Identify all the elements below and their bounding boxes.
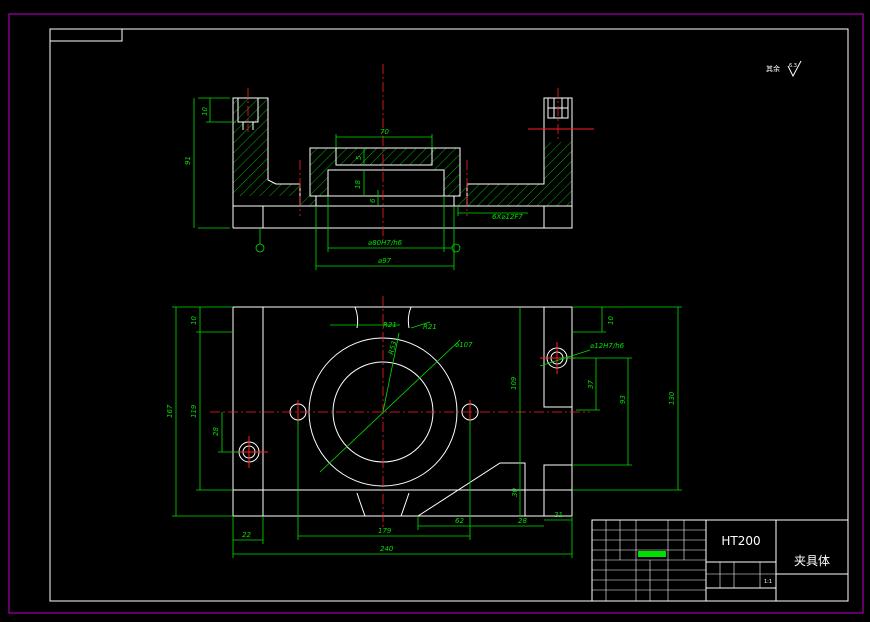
dim-width-179: 179 (378, 527, 392, 535)
dim-pin-fit: ⌀12H7/h6 (590, 342, 625, 350)
dim-fit-bore: ⌀80H7/h6 (368, 239, 403, 247)
dim-right-10: 10 (607, 316, 615, 325)
corner-label-box (49, 28, 123, 42)
dim-bottom-30: 30 (511, 488, 519, 497)
dim-left-10: 10 (190, 316, 198, 325)
dim-bore-width: 70 (380, 128, 389, 136)
dim-step-2: 18 (354, 180, 362, 189)
dim-outer-diameter: ⌀97 (378, 257, 392, 265)
dim-radius-53: R53 (387, 340, 398, 355)
dim-width-28: 28 (518, 517, 527, 525)
dim-step-3: 6 (369, 198, 377, 203)
scale-label: 1:1 (764, 579, 772, 585)
dim-left-28: 28 (212, 427, 220, 436)
dim-bolt-holes: 6X⌀12F7 (492, 213, 523, 221)
dim-right-93: 93 (619, 395, 627, 404)
inner-frame (49, 28, 849, 602)
part-name-label: 夹具体 (794, 554, 830, 568)
surface-roughness-symbol: 其余 6.3 (766, 60, 802, 78)
dim-ring-diameter: ⌀107 (455, 341, 473, 349)
dim-width-22: 22 (242, 531, 251, 539)
dim-top-slot-depth: 10 (201, 107, 209, 116)
dim-right-37: 37 (587, 380, 595, 389)
title-block: HT200 夹具体 1:1 (591, 519, 849, 602)
dim-left-height: 91 (184, 156, 192, 165)
drawing-svg: 其余 6.3 91 10 70 5 18 6 6X⌀12F7 ⌀80H7/h6 … (8, 13, 864, 614)
roughness-label: 其余 (766, 64, 780, 73)
dim-center-109: 109 (510, 376, 518, 390)
cad-drawing-sheet: 其余 6.3 91 10 70 5 18 6 6X⌀12F7 ⌀80H7/h6 … (0, 0, 870, 622)
material-label: HT200 (721, 534, 760, 548)
dim-width-21: 21 (554, 511, 563, 519)
dim-radius-21-a: R21 (383, 321, 397, 329)
dim-left-119: 119 (190, 404, 198, 418)
dim-right-130: 130 (668, 391, 676, 405)
front-view: 91 10 70 5 18 6 6X⌀12F7 ⌀80H7/h6 ⌀97 (184, 64, 594, 270)
dim-step-1: 5 (355, 155, 363, 160)
dim-radius-21-b: R21 (423, 323, 437, 331)
top-view: ⌀107 R53 R21 R21 ⌀12H7/h6 167 10 119 28 … (166, 296, 682, 558)
outer-sheet-border (8, 13, 864, 614)
svg-text:6.3: 6.3 (789, 63, 797, 69)
dim-height-167: 167 (166, 404, 174, 418)
dim-width-240: 240 (380, 545, 394, 553)
dim-width-62: 62 (455, 517, 464, 525)
